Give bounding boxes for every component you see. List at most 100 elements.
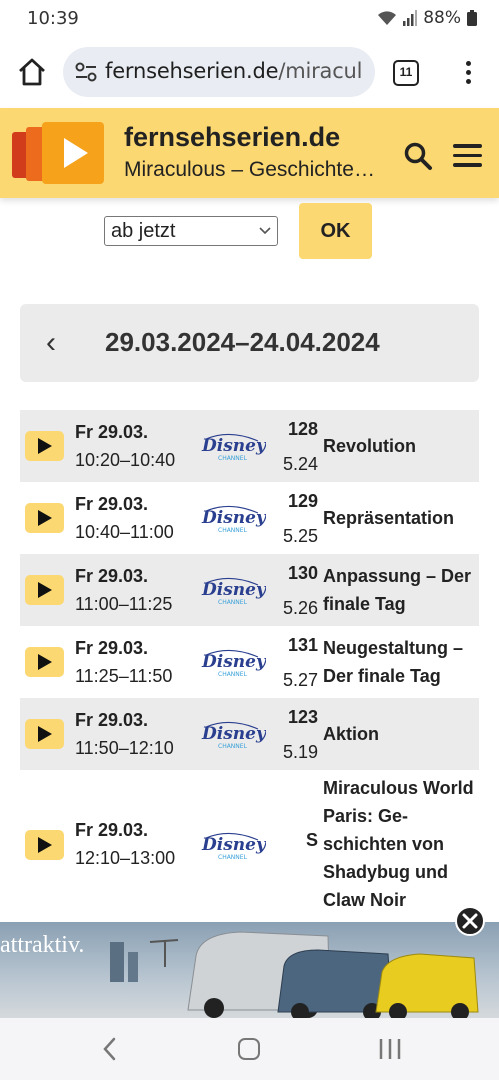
episode-number: 131	[287, 635, 318, 655]
episode-number: 123	[287, 707, 318, 727]
tab-switcher-button[interactable]: 11	[393, 60, 419, 86]
broadcast-day: Fr 29.03.	[75, 422, 149, 442]
site-logo[interactable]	[10, 120, 110, 186]
broadcast-day: Fr 29.03.	[75, 710, 149, 730]
broadcast-row[interactable]: Fr 29.03. 11:00–11:25 Disney CHANNEL 130 …	[20, 554, 479, 626]
episode-title[interactable]: Miraculous World Paris: Ge-schichten von…	[323, 774, 478, 914]
timeframe-select-value: ab jetzt	[111, 220, 176, 242]
broadcast-row[interactable]: Fr 29.03. 12:10–13:00 Disney CHANNEL S Mi…	[20, 770, 479, 920]
episode-title[interactable]: Aktion	[323, 720, 478, 748]
disney-channel-logo: DisneyCHANNEL	[201, 649, 266, 678]
svg-text:CHANNEL: CHANNEL	[218, 854, 248, 861]
home-nav-icon[interactable]	[238, 1038, 260, 1060]
episode-title[interactable]: Revolution	[323, 432, 478, 460]
browser-toolbar: fernsehserien.de/miracul 11	[0, 38, 499, 108]
svg-text:Disney: Disney	[201, 508, 266, 528]
status-bar: 10:39 88%	[0, 0, 499, 38]
play-button[interactable]	[25, 719, 64, 749]
chevron-down-icon	[259, 227, 271, 235]
hamburger-menu-icon[interactable]	[453, 144, 483, 168]
svg-text:CHANNEL: CHANNEL	[218, 455, 248, 462]
broadcast-row[interactable]: Fr 29.03. 11:25–11:50 Disney CHANNEL 131 …	[20, 626, 479, 698]
svg-text:Disney: Disney	[201, 436, 266, 456]
episode-code: 5.27	[282, 670, 318, 690]
browser-menu-icon[interactable]	[458, 58, 478, 88]
episode-title[interactable]: Repräsentation	[323, 504, 478, 532]
svg-text:CHANNEL: CHANNEL	[218, 599, 248, 606]
date-range-label: 29.03.2024–24.04.2024	[105, 327, 380, 357]
episode-number: 129	[287, 491, 318, 511]
svg-text:Disney: Disney	[201, 652, 266, 672]
date-range-navigator: ‹ 29.03.2024–24.04.2024	[20, 304, 479, 382]
battery-icon	[467, 10, 477, 26]
broadcast-day: Fr 29.03.	[75, 820, 149, 840]
play-icon	[38, 726, 52, 742]
episode-title[interactable]: Anpassung – Der finale Tag	[323, 562, 478, 618]
url-host: fernsehserien.de	[105, 59, 279, 83]
disney-channel-logo: DisneyCHANNEL	[201, 505, 266, 534]
broadcast-time: 12:10–13:00	[75, 848, 176, 868]
home-icon[interactable]	[16, 56, 48, 88]
series-title[interactable]: Miraculous – Geschichten von Ladybug und…	[124, 158, 379, 182]
svg-text:CHANNEL: CHANNEL	[218, 743, 248, 750]
url-text[interactable]: fernsehserien.de/miracul	[105, 59, 363, 83]
wifi-icon	[378, 11, 397, 25]
site-settings-icon[interactable]	[75, 62, 97, 82]
site-title[interactable]: fernsehserien.de	[124, 122, 340, 153]
broadcast-row[interactable]: Fr 29.03. 10:40–11:00 Disney CHANNEL 129 …	[20, 482, 479, 554]
signal-icon	[403, 10, 418, 26]
ad-vans-image	[110, 931, 479, 1018]
episode-code: 5.26	[282, 598, 318, 618]
battery-percent: 88%	[423, 8, 461, 28]
svg-text:CHANNEL: CHANNEL	[218, 527, 248, 534]
system-navigation-bar	[0, 1018, 499, 1080]
broadcast-row[interactable]: Fr 29.03. 11:50–12:10 Disney CHANNEL 123 …	[20, 698, 479, 770]
play-button[interactable]	[25, 647, 64, 677]
episode-title[interactable]: Neugestaltung – Der finale Tag	[323, 634, 478, 690]
broadcast-time: 10:40–11:00	[75, 522, 174, 542]
episode-code: 5.24	[282, 454, 318, 474]
svg-text:Disney: Disney	[201, 724, 266, 744]
play-button[interactable]	[25, 431, 64, 461]
disney-channel-logo: DisneyCHANNEL	[201, 832, 266, 861]
broadcast-day: Fr 29.03.	[75, 638, 149, 658]
disney-channel-logo: DisneyCHANNEL	[201, 721, 266, 750]
previous-range-button[interactable]: ‹	[46, 326, 56, 360]
broadcast-row[interactable]: Fr 29.03. 10:20–10:40 Disney CHANNEL 128 …	[20, 410, 479, 482]
episode-code: 5.25	[282, 526, 318, 546]
url-path: /miracul	[278, 59, 363, 83]
disney-channel-logo: DisneyCHANNEL	[201, 433, 266, 462]
play-icon	[38, 582, 52, 598]
recent-apps-icon[interactable]	[378, 1038, 402, 1060]
broadcast-day: Fr 29.03.	[75, 494, 149, 514]
play-icon	[38, 837, 52, 853]
episode-code: 5.19	[282, 742, 318, 762]
svg-text:Disney: Disney	[201, 580, 266, 600]
search-icon[interactable]	[403, 141, 433, 171]
svg-text:CHANNEL: CHANNEL	[218, 671, 248, 678]
play-icon	[38, 654, 52, 670]
close-icon	[462, 913, 478, 929]
site-header: fernsehserien.de Miraculous – Geschichte…	[0, 108, 499, 198]
address-bar[interactable]: fernsehserien.de/miracul	[63, 47, 375, 97]
ok-button[interactable]: OK	[299, 203, 372, 259]
disney-channel-logo: DisneyCHANNEL	[201, 577, 266, 606]
status-time: 10:39	[27, 8, 79, 29]
broadcast-time: 11:50–12:10	[75, 738, 174, 758]
broadcast-time: 11:00–11:25	[75, 594, 173, 614]
status-icons: 88%	[377, 8, 477, 28]
timeframe-select[interactable]: ab jetzt	[104, 216, 278, 246]
episode-code: S	[305, 830, 318, 850]
broadcast-time: 10:20–10:40	[75, 450, 176, 470]
play-icon	[38, 510, 52, 526]
play-button[interactable]	[25, 830, 64, 860]
broadcast-day: Fr 29.03.	[75, 566, 149, 586]
play-icon	[38, 438, 52, 454]
back-icon[interactable]	[100, 1036, 120, 1062]
episode-number: 130	[287, 563, 318, 583]
play-button[interactable]	[25, 503, 64, 533]
broadcast-list: Fr 29.03. 10:20–10:40 Disney CHANNEL 128 …	[20, 410, 479, 920]
close-ad-button[interactable]	[455, 906, 485, 936]
advertisement-banner[interactable]: attraktiv.	[0, 922, 499, 1018]
play-button[interactable]	[25, 575, 64, 605]
